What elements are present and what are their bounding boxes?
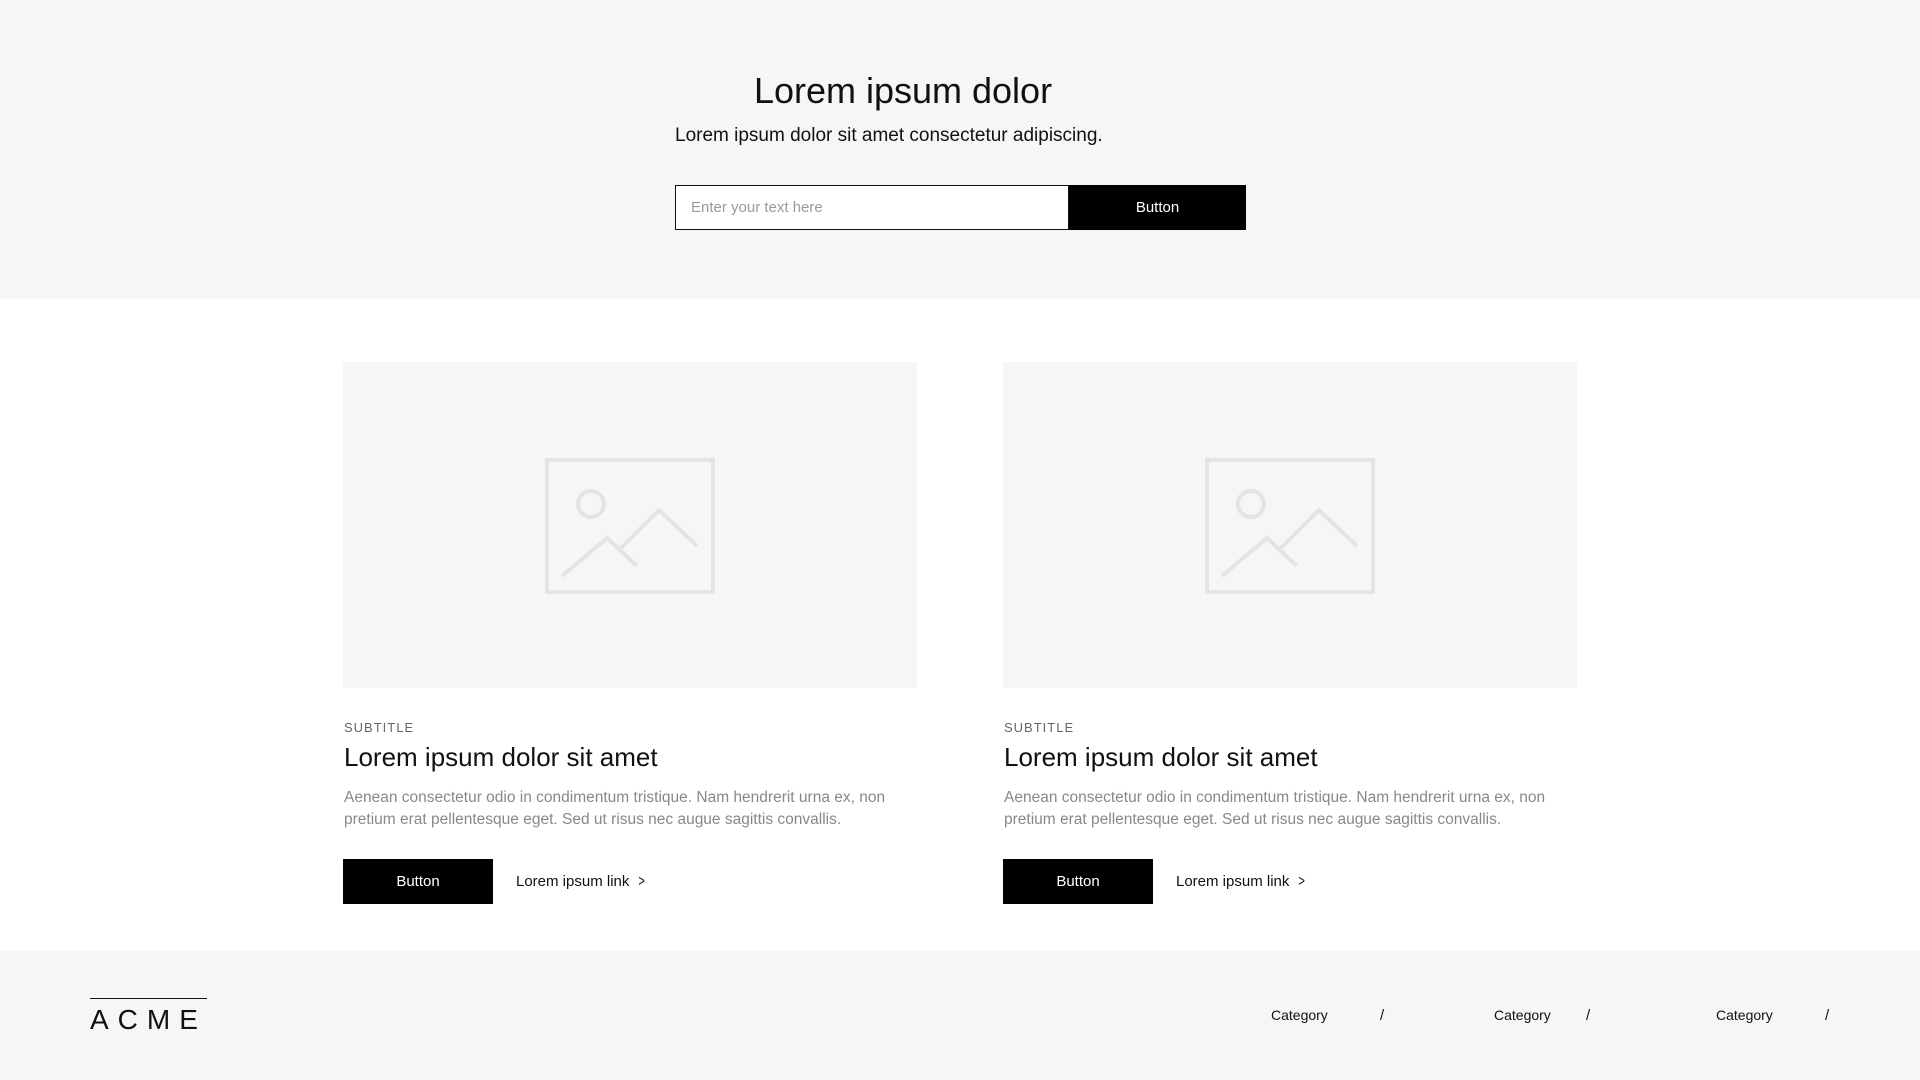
card-actions: Button Lorem ipsum link > bbox=[1003, 859, 1307, 904]
hero-section: Lorem ipsum dolor Lorem ipsum dolor sit … bbox=[0, 0, 1920, 299]
footer-nav-item[interactable]: Category bbox=[1716, 1007, 1773, 1023]
card-title: Lorem ipsum dolor sit amet bbox=[344, 742, 658, 772]
card-subtitle: SUBTITLE bbox=[1004, 720, 1075, 735]
image-placeholder-icon bbox=[1205, 458, 1375, 594]
card-image bbox=[343, 362, 917, 688]
card-actions: Button Lorem ipsum link > bbox=[343, 859, 647, 904]
card-link[interactable]: Lorem ipsum link > bbox=[516, 873, 647, 890]
card-description: Aenean consectetur odio in condimentum t… bbox=[1004, 789, 1546, 828]
hero-submit-button[interactable]: Button bbox=[1069, 185, 1246, 230]
hero-text-input[interactable] bbox=[675, 185, 1069, 230]
card-description: Aenean consectetur odio in condimentum t… bbox=[344, 789, 886, 828]
footer-nav-item[interactable]: Category bbox=[1271, 1007, 1328, 1023]
footer-nav-separator: / bbox=[1380, 1007, 1385, 1024]
hero-subtitle: Lorem ipsum dolor sit amet consectetur a… bbox=[675, 125, 1103, 146]
card-title: Lorem ipsum dolor sit amet bbox=[1004, 742, 1318, 772]
card-link-label: Lorem ipsum link bbox=[516, 873, 630, 890]
footer-nav-separator: / bbox=[1586, 1007, 1591, 1024]
card-link-label: Lorem ipsum link bbox=[1176, 873, 1290, 890]
hero-title: Lorem ipsum dolor bbox=[753, 70, 1053, 111]
card-subtitle: SUBTITLE bbox=[344, 720, 415, 735]
chevron-right-icon: > bbox=[638, 872, 646, 890]
logo-line bbox=[90, 998, 207, 999]
image-placeholder-icon bbox=[545, 458, 715, 594]
footer: ACME Category / Category / Category / bbox=[0, 951, 1920, 1080]
chevron-right-icon: > bbox=[1298, 872, 1306, 890]
card-link[interactable]: Lorem ipsum link > bbox=[1176, 873, 1307, 890]
card: SUBTITLE Lorem ipsum dolor sit amet Aene… bbox=[1003, 362, 1577, 904]
card-button[interactable]: Button bbox=[343, 859, 493, 904]
card: SUBTITLE Lorem ipsum dolor sit amet Aene… bbox=[343, 362, 917, 904]
card-button[interactable]: Button bbox=[1003, 859, 1153, 904]
footer-nav-separator: / bbox=[1825, 1007, 1830, 1024]
footer-nav: Category / Category / Category / bbox=[0, 1007, 1920, 1031]
card-image bbox=[1003, 362, 1577, 688]
footer-nav-item[interactable]: Category bbox=[1494, 1007, 1551, 1023]
hero-form: Button bbox=[675, 185, 1246, 230]
